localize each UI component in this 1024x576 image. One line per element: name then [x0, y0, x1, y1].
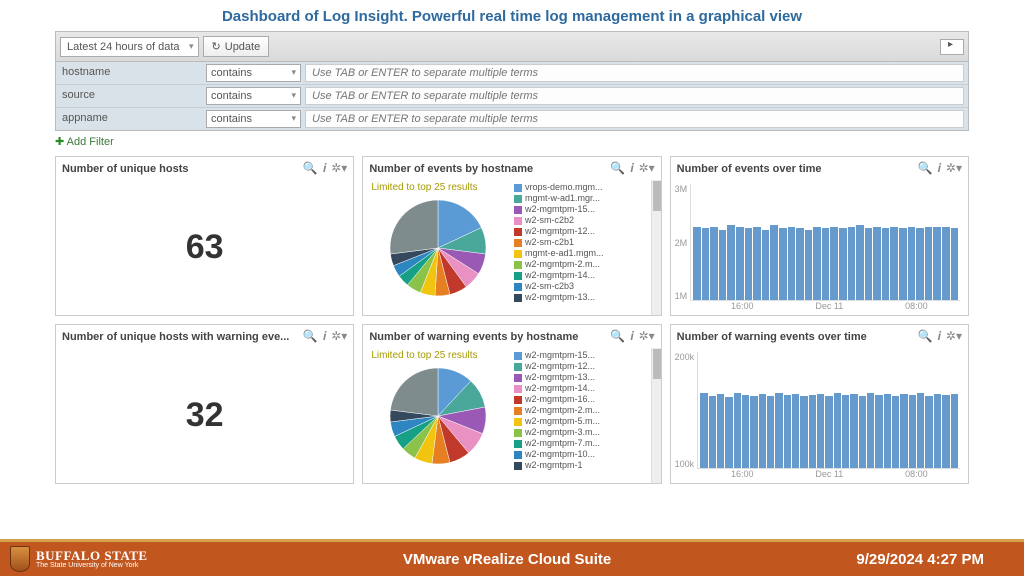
panel-events-over-time: Number of events over time🔍 𝒊 ✲▾ 3M2M1M16:…	[670, 156, 969, 316]
panel-warning-events-over-time: Number of warning events over time🔍 𝒊 ✲▾ 2…	[670, 324, 969, 484]
panel-events-by-hostname: Number of events by hostname🔍 𝒊 ✲▾ Limited…	[362, 156, 661, 316]
page-title: Dashboard of Log Insight. Powerful real …	[0, 0, 1024, 31]
legend-item[interactable]: w2-mgmtpm-5.m...	[514, 416, 659, 427]
limited-note: Limited to top 25 results	[371, 350, 477, 361]
panel-title: Number of unique hosts with warning eve.…	[62, 331, 303, 343]
filter-value-input[interactable]	[305, 64, 964, 82]
footer-date: 9/29/2024 4:27 PM	[856, 551, 1024, 568]
search-icon[interactable]: 🔍	[918, 161, 933, 176]
legend-item[interactable]: w2-mgmtpm-2.m...	[514, 405, 659, 416]
legend-item[interactable]: w2-sm-c2b1	[514, 237, 659, 248]
info-icon[interactable]: 𝒊	[323, 161, 326, 176]
shield-icon	[10, 546, 30, 572]
legend-item[interactable]: w2-mgmtpm-14...	[514, 270, 659, 281]
gear-icon[interactable]: ✲▾	[946, 329, 962, 344]
pie-chart	[363, 348, 512, 483]
legend-item[interactable]: w2-sm-c2b2	[514, 215, 659, 226]
panel-title: Number of warning events by hostname	[369, 331, 610, 343]
legend-item[interactable]: w2-mgmtpm-16...	[514, 394, 659, 405]
legend-item[interactable]: vrops-demo.mgm...	[514, 182, 659, 193]
gear-icon[interactable]: ✲▾	[331, 161, 347, 176]
scrollbar[interactable]	[651, 180, 661, 315]
legend-item[interactable]: w2-mgmtpm-3.m...	[514, 427, 659, 438]
info-icon[interactable]: 𝒊	[630, 329, 633, 344]
legend: w2-mgmtpm-15...w2-mgmtpm-12...w2-mgmtpm-…	[512, 348, 661, 483]
legend-item[interactable]: w2-mgmtpm-2.m...	[514, 259, 659, 270]
search-icon[interactable]: 🔍	[303, 329, 318, 344]
filter-row-appname: appname contains	[56, 108, 968, 130]
search-icon[interactable]: 🔍	[610, 329, 625, 344]
filter-label: hostname	[56, 62, 204, 84]
panel-unique-hosts-warning: Number of unique hosts with warning eve.…	[55, 324, 354, 484]
legend-item[interactable]: w2-mgmtpm-14...	[514, 383, 659, 394]
filter-area: hostname contains source contains appnam…	[55, 62, 969, 131]
bar-chart: 200k100k16:00Dec 1108:00	[671, 348, 968, 483]
filter-label: source	[56, 85, 204, 107]
filter-operator-dropdown[interactable]: contains	[206, 87, 301, 105]
info-icon[interactable]: 𝒊	[323, 329, 326, 344]
stat-value: 63	[186, 228, 224, 267]
legend-item[interactable]: w2-sm-c2b3	[514, 281, 659, 292]
logo-main: BUFFALO STATE	[36, 549, 148, 562]
legend-item[interactable]: w2-mgmtpm-10...	[514, 449, 659, 460]
limited-note: Limited to top 25 results	[371, 182, 477, 193]
presentation-icon[interactable]	[940, 39, 964, 55]
pie-chart	[363, 180, 512, 315]
bar-chart: 3M2M1M16:00Dec 1108:00	[671, 180, 968, 315]
time-range-dropdown[interactable]: Latest 24 hours of data	[60, 37, 199, 57]
info-icon[interactable]: 𝒊	[630, 161, 633, 176]
legend-item[interactable]: w2-mgmtpm-12...	[514, 361, 659, 372]
update-label: Update	[225, 41, 260, 53]
legend-item[interactable]: w2-mgmtpm-12...	[514, 226, 659, 237]
search-icon[interactable]: 🔍	[610, 161, 625, 176]
footer: BUFFALO STATE The State University of Ne…	[0, 539, 1024, 576]
filter-value-input[interactable]	[305, 110, 964, 128]
panel-title: Number of warning events over time	[677, 331, 918, 343]
filter-value-input[interactable]	[305, 87, 964, 105]
legend-item[interactable]: w2-mgmtpm-15...	[514, 350, 659, 361]
legend-item[interactable]: w2-mgmtpm-13...	[514, 292, 659, 303]
legend-item[interactable]: w2-mgmtpm-7.m...	[514, 438, 659, 449]
legend-item[interactable]: w2-mgmtpm-13...	[514, 372, 659, 383]
filter-label: appname	[56, 108, 204, 130]
search-icon[interactable]: 🔍	[303, 161, 318, 176]
update-button[interactable]: ↻ Update	[203, 36, 270, 57]
stat-value: 32	[186, 396, 224, 435]
panel-title: Number of events over time	[677, 163, 918, 175]
panel-unique-hosts: Number of unique hosts🔍 𝒊 ✲▾ 63	[55, 156, 354, 316]
panel-warning-events-by-hostname: Number of warning events by hostname🔍 𝒊 ✲▾…	[362, 324, 661, 484]
toolbar: Latest 24 hours of data ↻ Update	[55, 31, 969, 62]
filter-row-hostname: hostname contains	[56, 62, 968, 85]
footer-title: VMware vRealize Cloud Suite	[158, 551, 857, 568]
add-filter-button[interactable]: Add Filter	[0, 131, 1024, 152]
refresh-icon: ↻	[212, 40, 221, 53]
info-icon[interactable]: 𝒊	[938, 329, 941, 344]
panel-title: Number of unique hosts	[62, 163, 303, 175]
panel-title: Number of events by hostname	[369, 163, 610, 175]
filter-operator-dropdown[interactable]: contains	[206, 64, 301, 82]
gear-icon[interactable]: ✲▾	[946, 161, 962, 176]
dashboard-panels: Number of unique hosts🔍𝒊✲▾ 63 Number of …	[55, 156, 969, 484]
legend-item[interactable]: w2-mgmtpm-15...	[514, 204, 659, 215]
gear-icon[interactable]: ✲▾	[639, 161, 655, 176]
scrollbar[interactable]	[651, 348, 661, 483]
filter-row-source: source contains	[56, 85, 968, 108]
info-icon[interactable]: 𝒊	[938, 161, 941, 176]
filter-operator-dropdown[interactable]: contains	[206, 110, 301, 128]
search-icon[interactable]: 🔍	[918, 329, 933, 344]
logo: BUFFALO STATE The State University of Ne…	[0, 546, 158, 572]
legend-item[interactable]: mgmt-e-ad1.mgm...	[514, 248, 659, 259]
gear-icon[interactable]: ✲▾	[639, 329, 655, 344]
logo-sub: The State University of New York	[36, 562, 148, 569]
legend-item[interactable]: w2-mgmtpm-1	[514, 460, 659, 471]
legend-item[interactable]: mgmt-w-ad1.mgr...	[514, 193, 659, 204]
gear-icon[interactable]: ✲▾	[331, 329, 347, 344]
legend: vrops-demo.mgm...mgmt-w-ad1.mgr...w2-mgm…	[512, 180, 661, 315]
